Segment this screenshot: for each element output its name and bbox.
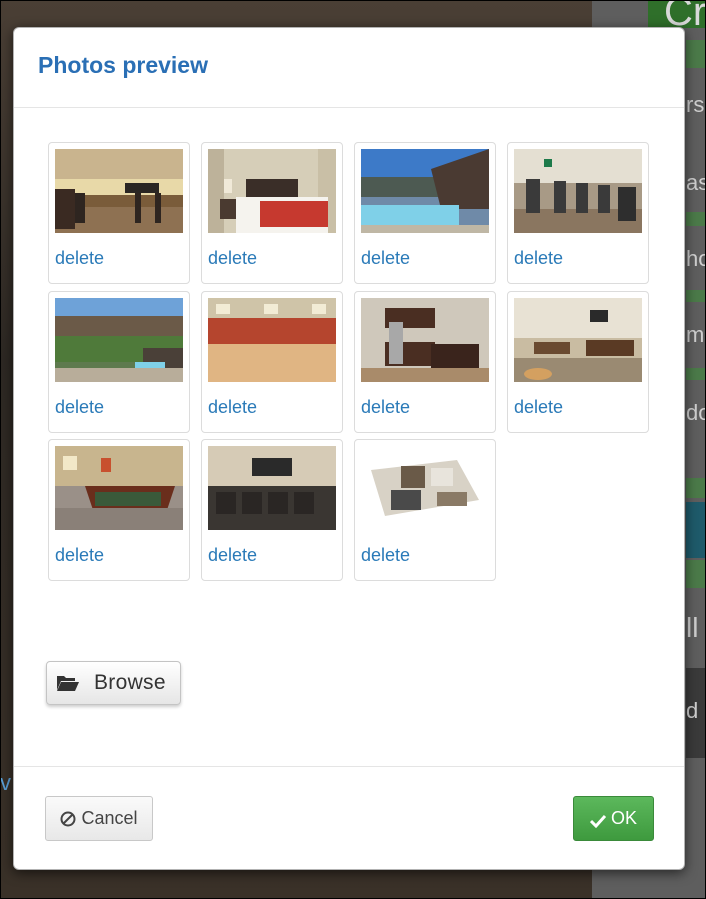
cancel-label: Cancel [81,808,138,828]
photo-thumbnail: delete [48,142,190,284]
delete-link[interactable]: delete [514,397,563,418]
background-text: as [686,170,706,195]
ban-icon [60,811,76,827]
background-text: m [686,322,705,347]
background-text: ho [686,246,706,271]
background-text: d [686,698,699,723]
background-strip [686,560,706,588]
delete-link[interactable]: delete [361,248,410,269]
photo-thumbnail: delete [507,142,649,284]
background-link: v [0,770,11,795]
delete-link[interactable]: delete [208,248,257,269]
bedroom-photo [208,149,336,233]
browse-label: Browse [94,671,166,694]
photo-thumbnail: delete [201,142,343,284]
photo-thumbnail: delete [354,142,496,284]
game-room-photo [514,298,642,382]
background-text: ll [686,612,699,643]
background-text: do [686,400,706,425]
dialog-title: Photos preview [38,52,208,78]
floor-plan-photo [361,446,489,530]
ok-label: OK [610,808,637,828]
photos-preview-dialog: Photos preview delete delete delete dele… [13,27,685,870]
check-icon [589,812,607,828]
delete-link[interactable]: delete [361,545,410,566]
background-strip [686,212,706,226]
browse-button[interactable]: Browse [46,661,181,705]
photo-thumbnail: delete [507,291,649,433]
delete-link[interactable]: delete [55,248,104,269]
delete-link[interactable]: delete [361,397,410,418]
delete-link[interactable]: delete [55,397,104,418]
background-strip [686,368,706,380]
folder-open-icon [56,673,80,693]
delete-link[interactable]: delete [208,545,257,566]
dialog-footer: Cancel OK [14,766,684,869]
ok-button[interactable]: OK [573,796,654,841]
courtyard-photo [55,298,183,382]
photo-thumbnail: delete [354,439,496,581]
theater-room-photo [208,446,336,530]
cancel-button[interactable]: Cancel [45,796,153,841]
photo-thumbnail: delete [354,291,496,433]
sports-court-photo [208,298,336,382]
photo-thumbnail: delete [48,439,190,581]
dialog-header: Photos preview [14,28,684,108]
delete-link[interactable]: delete [55,545,104,566]
billiards-photo [55,446,183,530]
photo-thumbnail: delete [48,291,190,433]
background-button [686,502,706,558]
background-strip [686,478,706,498]
background-strip [686,290,706,302]
photo-thumbnail: delete [201,439,343,581]
delete-link[interactable]: delete [514,248,563,269]
background-text: rs [686,92,705,117]
lounge-photo [55,149,183,233]
delete-link[interactable]: delete [208,397,257,418]
gym-photo [514,149,642,233]
kitchen-photo [361,298,489,382]
dialog-body: delete delete delete delete delete delet… [14,108,684,766]
background-strip [686,40,706,68]
photo-thumbnail: delete [201,291,343,433]
pool-photo [361,149,489,233]
